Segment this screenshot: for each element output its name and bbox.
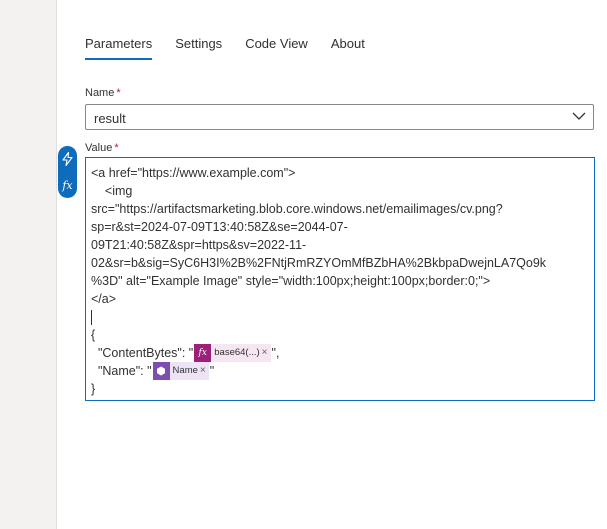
text-caret <box>91 310 92 325</box>
dynamic-content-token[interactable]: Name × <box>152 362 209 380</box>
code-line: src="https://artifactsmarketing.blob.cor… <box>91 202 503 216</box>
name-label: Name * <box>85 87 121 99</box>
expression-token[interactable]: fx base64(...) × <box>194 344 271 362</box>
code-text: ", <box>271 346 280 360</box>
lightning-icon[interactable] <box>61 151 75 167</box>
tab-about[interactable]: About <box>331 33 365 60</box>
code-line: <a href="https://www.example.com"> <box>91 166 296 180</box>
fx-icon[interactable]: fx <box>61 177 75 193</box>
value-label-text: Value <box>85 142 113 154</box>
name-line: "Name": " Name × " <box>91 362 589 380</box>
code-text: " <box>209 364 215 378</box>
code-line: 02&sr=b&sig=SyC6H3I%2B%2FNtjRmRZYOmMfBZb… <box>91 256 547 270</box>
required-marker: * <box>116 87 121 99</box>
text-cursor-line <box>91 308 589 326</box>
code-line: sp=r&st=2024-07-09T13:40:58Z&se=2044-07- <box>91 220 348 234</box>
left-rail <box>0 0 57 529</box>
code-line: 09T21:40:58Z&spr=https&sv=2022-11- <box>91 238 307 252</box>
tab-settings[interactable]: Settings <box>175 33 222 60</box>
tab-code-view[interactable]: Code View <box>245 33 308 60</box>
code-line: } <box>91 382 96 396</box>
expression-token-label: base64(...) <box>214 347 260 358</box>
token-picker-toolbar: fx <box>58 146 77 198</box>
chevron-down-icon <box>572 112 586 120</box>
dynamic-token-label: Name <box>172 365 198 376</box>
name-dropdown-value: result <box>94 111 126 126</box>
code-line: <img <box>91 184 133 198</box>
value-editor[interactable]: <a href="https://www.example.com"> <img … <box>85 157 595 401</box>
required-marker: * <box>114 142 119 154</box>
code-line: { <box>91 328 96 342</box>
code-line: </a> <box>91 292 117 306</box>
content-bytes-line: "ContentBytes": " fx base64(...) × ", <box>91 344 589 362</box>
tab-bar: Parameters Settings Code View About <box>85 33 388 60</box>
tab-parameters[interactable]: Parameters <box>85 33 153 60</box>
remove-token-icon[interactable]: × <box>200 362 206 380</box>
hexagon-icon <box>152 362 170 380</box>
remove-token-icon[interactable]: × <box>262 344 268 362</box>
code-line: %3D" alt="Example Image" style="width:10… <box>91 274 491 288</box>
action-details-panel: Parameters Settings Code View About Name… <box>58 0 607 529</box>
code-text: "Name": " <box>91 364 152 378</box>
code-text: "ContentBytes": " <box>91 346 194 360</box>
name-label-text: Name <box>85 87 115 99</box>
value-label: Value * <box>85 142 119 154</box>
name-dropdown[interactable]: result <box>85 104 594 130</box>
fx-icon: fx <box>194 344 212 362</box>
